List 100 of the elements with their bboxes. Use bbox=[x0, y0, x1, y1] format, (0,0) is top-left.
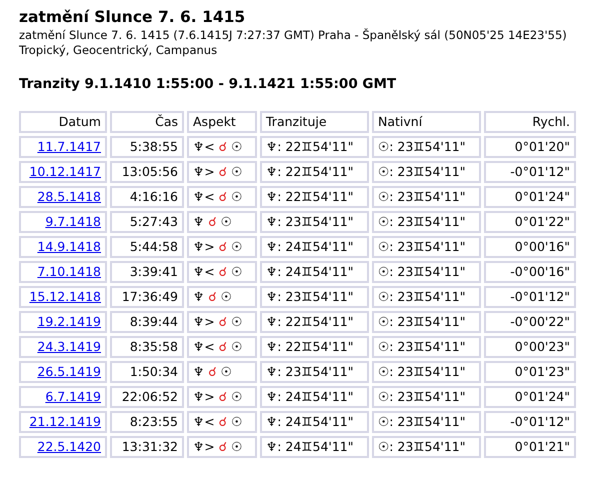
transit-planet: ♆> bbox=[193, 439, 215, 454]
aspect-symbol: ☌ bbox=[208, 214, 217, 229]
date-link[interactable]: 26.5.1419 bbox=[37, 364, 101, 379]
table-cell: ☉: 23♊54'11" bbox=[372, 411, 481, 433]
table-cell: 0°01'21" bbox=[484, 436, 576, 458]
table-cell: ♆: 23♊54'11" bbox=[260, 361, 369, 383]
aspect-symbol: ☌ bbox=[218, 189, 228, 204]
aspect-symbol: ☌ bbox=[218, 264, 228, 279]
table-cell: ☉: 23♊54'11" bbox=[372, 186, 481, 208]
date-link[interactable]: 10.12.1417 bbox=[29, 164, 101, 179]
column-header: Aspekt bbox=[187, 111, 257, 133]
transit-planet: ♆> bbox=[193, 389, 215, 404]
aspect-symbol: ☌ bbox=[218, 414, 228, 429]
natal-planet: ☉ bbox=[231, 164, 242, 179]
aspect-symbol: ☌ bbox=[218, 314, 228, 329]
table-cell: 3:39:41 bbox=[110, 261, 184, 283]
table-cell: 0°01'23" bbox=[484, 361, 576, 383]
natal-planet: ☉ bbox=[220, 289, 232, 304]
table-cell: -0°01'12" bbox=[484, 286, 576, 308]
date-link[interactable]: 11.7.1417 bbox=[37, 139, 101, 154]
table-cell: -0°01'12" bbox=[484, 161, 576, 183]
column-header: Rychl. bbox=[484, 111, 576, 133]
table-cell: 8:35:58 bbox=[110, 336, 184, 358]
date-link[interactable]: 28.5.1418 bbox=[37, 189, 101, 204]
natal-planet: ☉ bbox=[231, 414, 242, 429]
transit-planet: ♆< bbox=[193, 339, 215, 354]
aspect-symbol: ☌ bbox=[218, 239, 228, 254]
chart-details: zatmění Slunce 7. 6. 1415 (7.6.1415J 7:27:37 GMT) Praha - Španělský sál (50N05'25 14E23'55) bbox=[19, 28, 568, 43]
transit-planet: ♆< bbox=[193, 189, 215, 204]
table-cell: ♆: 22♊54'11" bbox=[260, 336, 369, 358]
table-cell: ♆: 22♊54'11" bbox=[260, 136, 369, 158]
transit-planet: ♆< bbox=[193, 139, 215, 154]
transit-planet: ♆ bbox=[193, 364, 204, 379]
transit-planet: ♆ bbox=[193, 289, 204, 304]
transit-planet: ♆< bbox=[193, 264, 215, 279]
table-cell: ♆: 24♊54'11" bbox=[260, 261, 369, 283]
table-cell: 13:31:32 bbox=[110, 436, 184, 458]
table-cell: ☉: 23♊54'11" bbox=[372, 436, 481, 458]
table-cell: 4:16:16 bbox=[110, 186, 184, 208]
column-header: Tranzituje bbox=[260, 111, 369, 133]
table-cell: ☉: 23♊54'11" bbox=[372, 211, 481, 233]
transit-planet: ♆> bbox=[193, 314, 215, 329]
table-cell: ♆: 24♊54'11" bbox=[260, 236, 369, 258]
natal-planet: ☉ bbox=[231, 264, 242, 279]
table-cell: ☉: 23♊54'11" bbox=[372, 261, 481, 283]
table-cell: ☉: 23♊54'11" bbox=[372, 336, 481, 358]
date-link[interactable]: 14.9.1418 bbox=[37, 239, 101, 254]
table-cell: 0°01'20" bbox=[484, 136, 576, 158]
transit-planet: ♆> bbox=[193, 239, 215, 254]
date-link[interactable]: 21.12.1419 bbox=[29, 414, 101, 429]
table-cell: ♆: 24♊54'11" bbox=[260, 386, 369, 408]
date-link[interactable]: 22.5.1420 bbox=[37, 439, 101, 454]
table-cell: ♆: 22♊54'11" bbox=[260, 161, 369, 183]
table-cell: 0°01'22" bbox=[484, 211, 576, 233]
natal-planet: ☉ bbox=[231, 314, 242, 329]
table-cell: 8:23:55 bbox=[110, 411, 184, 433]
column-header: Nativní bbox=[372, 111, 481, 133]
natal-planet: ☉ bbox=[231, 189, 242, 204]
date-link[interactable]: 15.12.1418 bbox=[29, 289, 101, 304]
table-cell: ☉: 23♊54'11" bbox=[372, 361, 481, 383]
natal-planet: ☉ bbox=[231, 389, 242, 404]
table-cell: ♆: 22♊54'11" bbox=[260, 311, 369, 333]
table-cell: -0°00'22" bbox=[484, 311, 576, 333]
table-cell: ♆: 24♊54'11" bbox=[260, 436, 369, 458]
table-cell: -0°00'16" bbox=[484, 261, 576, 283]
aspect-symbol: ☌ bbox=[208, 364, 217, 379]
aspect-symbol: ☌ bbox=[218, 164, 228, 179]
table-cell: 17:36:49 bbox=[110, 286, 184, 308]
table-cell: ♆: 24♊54'11" bbox=[260, 411, 369, 433]
table-cell: 8:39:44 bbox=[110, 311, 184, 333]
aspect-symbol: ☌ bbox=[218, 139, 228, 154]
aspect-symbol: ☌ bbox=[208, 289, 217, 304]
table-cell: -0°01'12" bbox=[484, 411, 576, 433]
aspect-symbol: ☌ bbox=[218, 339, 228, 354]
transit-planet: ♆> bbox=[193, 164, 215, 179]
date-link[interactable]: 19.2.1419 bbox=[37, 314, 101, 329]
aspect-symbol: ☌ bbox=[218, 389, 228, 404]
column-header: Čas bbox=[110, 111, 184, 133]
table-cell: 22:06:52 bbox=[110, 386, 184, 408]
table-cell: 0°00'23" bbox=[484, 336, 576, 358]
chart-settings: Tropický, Geocentrický, Campanus bbox=[19, 43, 218, 58]
table-cell: 0°01'24" bbox=[484, 386, 576, 408]
table-cell: 5:27:43 bbox=[110, 211, 184, 233]
natal-planet: ☉ bbox=[231, 139, 242, 154]
table-cell: ☉: 23♊54'11" bbox=[372, 286, 481, 308]
date-link[interactable]: 6.7.1419 bbox=[45, 389, 101, 404]
column-header: Datum bbox=[19, 111, 107, 133]
table-cell: 13:05:56 bbox=[110, 161, 184, 183]
table-cell: ☉: 23♊54'11" bbox=[372, 311, 481, 333]
table-cell: ♆: 22♊54'11" bbox=[260, 186, 369, 208]
table-cell: ☉: 23♊54'11" bbox=[372, 136, 481, 158]
table-cell: 1:50:34 bbox=[110, 361, 184, 383]
date-link[interactable]: 9.7.1418 bbox=[45, 214, 101, 229]
table-cell: ♆: 23♊54'11" bbox=[260, 286, 369, 308]
table-cell: 5:38:55 bbox=[110, 136, 184, 158]
date-link[interactable]: 7.10.1418 bbox=[37, 264, 101, 279]
page-title: zatmění Slunce 7. 6. 1415 bbox=[19, 8, 246, 26]
table-cell: ♆: 23♊54'11" bbox=[260, 211, 369, 233]
natal-planet: ☉ bbox=[220, 214, 232, 229]
date-link[interactable]: 24.3.1419 bbox=[37, 339, 101, 354]
